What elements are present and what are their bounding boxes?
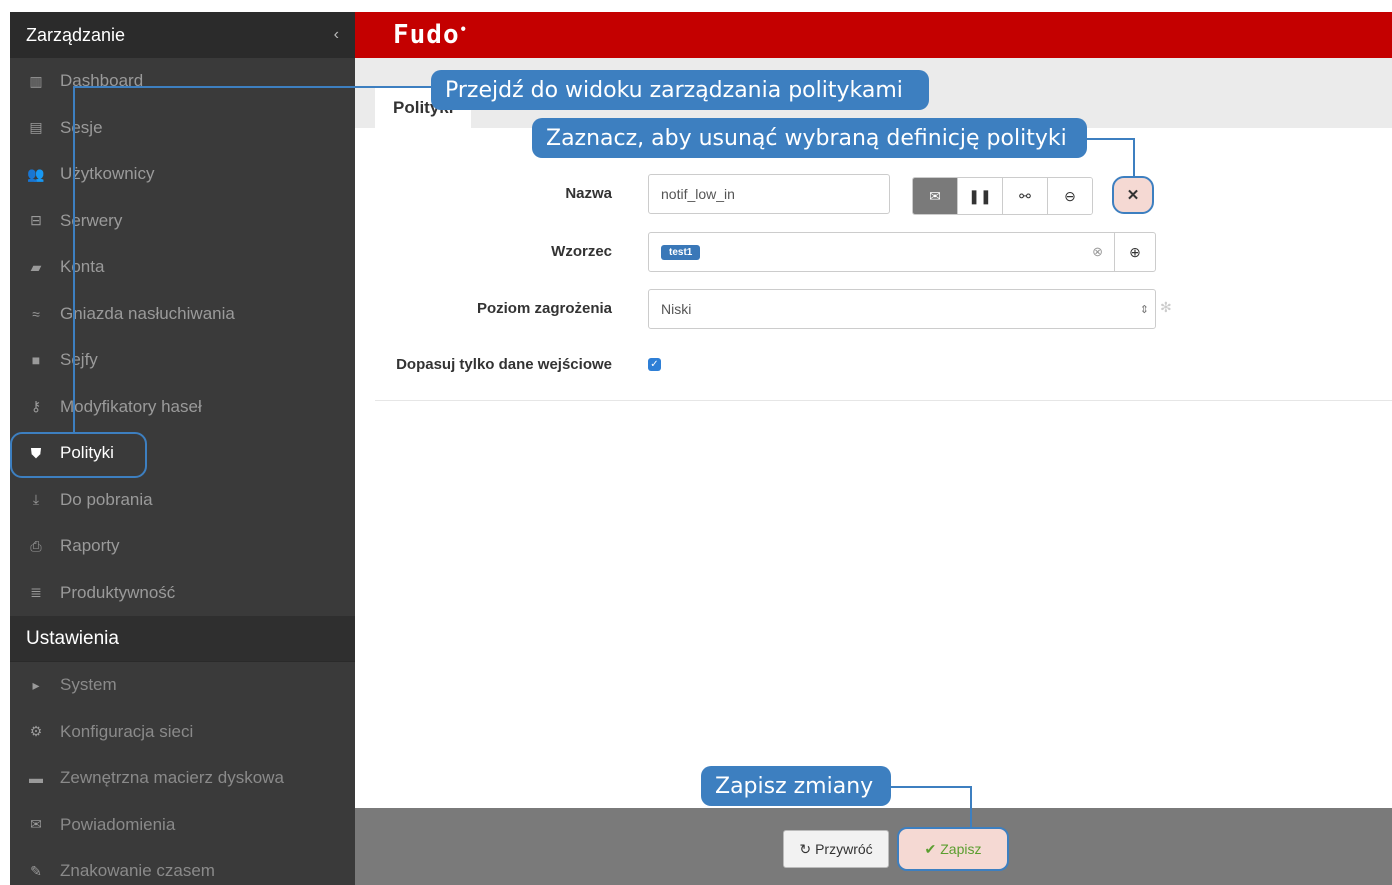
connector-line xyxy=(970,786,972,827)
mail-icon[interactable]: ✉ xyxy=(913,178,958,214)
connector-line xyxy=(73,86,433,88)
sidebar-item-safes[interactable]: ■ Sejfy xyxy=(10,337,355,384)
sidebar-item-label: Raporty xyxy=(60,536,120,556)
threat-select[interactable]: Niski ⇕ xyxy=(648,289,1156,329)
check-icon: ✔ xyxy=(924,840,937,857)
sidebar-item-label: Powiadomienia xyxy=(60,814,176,834)
pause-icon[interactable]: ❚❚ xyxy=(958,178,1003,214)
sidebar-item-sessions[interactable]: ▤ Sesje xyxy=(10,105,355,152)
sidebar-item-notifications[interactable]: ✉ Powiadomienia xyxy=(10,802,355,849)
sidebar-item-accounts[interactable]: ▰ Konta xyxy=(10,244,355,291)
folder-icon: ▬ xyxy=(29,770,43,787)
divider xyxy=(375,400,1392,401)
sidebar-item-servers[interactable]: ⊟ Serwery xyxy=(10,198,355,245)
users-icon: 👥 xyxy=(27,165,45,182)
fudo-logo: Fudo• xyxy=(393,20,468,50)
sidebar-item-reports[interactable]: ⎙ Raporty xyxy=(10,523,355,570)
disconnect-icon[interactable]: ⚯ xyxy=(1003,178,1048,214)
callout-policies-view: Przejdź do widoku zarządzania politykami xyxy=(431,70,929,110)
save-label: Zapisz xyxy=(940,841,982,857)
sidebar-item-label: Produktywność xyxy=(60,582,176,602)
pattern-input[interactable]: test1 ⊗ ⊕ xyxy=(648,232,1156,272)
pattern-tag[interactable]: test1 xyxy=(661,244,701,260)
sidebar-item-label: Gniazda nasłuchiwania xyxy=(60,303,235,323)
connector-line xyxy=(73,86,75,432)
envelope-icon: ✉ xyxy=(30,816,42,833)
callout-save-changes: Zapisz zmiany xyxy=(701,766,891,806)
dashboard-icon: ▥ xyxy=(29,72,43,89)
match-row: Dopasuj tylko dane wejściowe ✓ xyxy=(355,345,1392,385)
sidebar-item-label: Modyfikatory haseł xyxy=(60,396,202,416)
pattern-label: Wzorzec xyxy=(551,243,612,260)
footer-bar: ↻ Przywróć ✔ Zapisz xyxy=(355,808,1392,885)
password-modifier-icon: ⚷ xyxy=(30,398,42,415)
sidebar-item-label: Do pobrania xyxy=(60,489,153,509)
download-icon: ⤓ xyxy=(32,491,40,508)
cogs-icon: ⚙ xyxy=(29,723,43,740)
top-bar: Fudo• xyxy=(355,12,1392,58)
name-row: Nazwa notif_low_in ✉ ❚❚ ⚯ ⊖ ✕ xyxy=(355,174,1392,215)
sidebar-item-productivity[interactable]: ≣ Produktywność xyxy=(10,570,355,617)
sidebar-item-users[interactable]: 👥 Użytkownicy xyxy=(10,151,355,198)
sidebar-item-system[interactable]: ▸ System xyxy=(10,662,355,709)
pattern-row: Wzorzec test1 ⊗ ⊕ xyxy=(355,232,1392,272)
connector-line xyxy=(1133,138,1135,176)
sidebar-item-label: Konfiguracja sieci xyxy=(60,721,194,741)
delete-policy-button[interactable]: ✕ xyxy=(1112,176,1154,214)
sidebar-item-label: Zewnętrzna macierz dyskowa xyxy=(60,768,284,788)
action-button-group: ✉ ❚❚ ⚯ ⊖ xyxy=(912,177,1093,215)
sidebar-item-listeners[interactable]: ≈ Gniazda nasłuchiwania xyxy=(10,291,355,338)
threat-label: Poziom zagrożenia xyxy=(476,300,612,317)
logo-mark: • xyxy=(459,22,468,37)
print-icon: ⎙ xyxy=(30,537,42,554)
connector-line xyxy=(1085,138,1135,140)
sidebar-item-dashboard[interactable]: ▥ Dashboard xyxy=(10,58,355,105)
accounts-icon: ▰ xyxy=(30,258,42,275)
sessions-icon: ▤ xyxy=(29,119,43,136)
threat-value: Niski xyxy=(661,301,692,317)
policies-highlight xyxy=(10,432,147,478)
match-label: Dopasuj tylko dane wejściowe xyxy=(396,356,612,373)
sidebar-item-downloads[interactable]: ⤓ Do pobrania xyxy=(10,477,355,524)
sidebar-item-label: Sejfy xyxy=(60,350,98,370)
sidebar-item-label: Serwery xyxy=(60,210,123,230)
sidebar-item-label: Znakowanie czasem xyxy=(60,861,215,881)
asterisk-icon: ✻ xyxy=(1160,299,1172,315)
logo-text: Fudo xyxy=(393,20,460,50)
servers-icon: ⊟ xyxy=(30,212,42,229)
reset-button[interactable]: ↻ Przywróć xyxy=(783,830,889,868)
threat-row: Poziom zagrożenia Niski ⇕ ✻ xyxy=(355,289,1392,329)
callout-delete-policy: Zaznacz, aby usunąć wybraną definicję po… xyxy=(532,118,1087,158)
name-input[interactable]: notif_low_in xyxy=(648,174,890,214)
name-label: Nazwa xyxy=(565,185,612,202)
sidebar-item-label: System xyxy=(60,675,117,695)
sidebar-header: Zarządzanie ‹ xyxy=(10,12,355,58)
collapse-sidebar-icon[interactable]: ‹ xyxy=(334,26,339,44)
edit-icon: ✎ xyxy=(30,862,42,879)
match-input-checkbox[interactable]: ✓ xyxy=(648,358,661,371)
safe-icon: ■ xyxy=(31,352,41,369)
folder-icon: ▸ xyxy=(32,676,40,693)
sidebar-title: Zarządzanie xyxy=(26,24,126,45)
save-button[interactable]: ✔ Zapisz xyxy=(897,827,1009,871)
clear-icon[interactable]: ⊗ xyxy=(1092,244,1103,260)
refresh-icon: ↻ xyxy=(799,840,812,857)
sidebar-item-label: Konta xyxy=(60,257,105,277)
sidebar-item-password-modifiers[interactable]: ⚷ Modyfikatory haseł xyxy=(10,384,355,431)
connector-line xyxy=(890,786,972,788)
sidebar-section-settings: Ustawienia xyxy=(10,616,355,662)
zoom-in-icon[interactable]: ⊕ xyxy=(1114,232,1155,272)
sidebar-item-external-storage[interactable]: ▬ Zewnętrzna macierz dyskowa xyxy=(10,755,355,802)
block-icon[interactable]: ⊖ xyxy=(1048,178,1092,214)
sidebar-item-timestamping[interactable]: ✎ Znakowanie czasem xyxy=(10,848,355,885)
sidebar-item-network[interactable]: ⚙ Konfiguracja sieci xyxy=(10,709,355,756)
reset-label: Przywróć xyxy=(815,841,873,857)
select-arrows-icon: ⇕ xyxy=(1139,303,1149,316)
sidebar-item-label: Sesje xyxy=(60,117,103,137)
productivity-icon: ≣ xyxy=(30,584,42,601)
rss-icon: ≈ xyxy=(32,305,40,322)
